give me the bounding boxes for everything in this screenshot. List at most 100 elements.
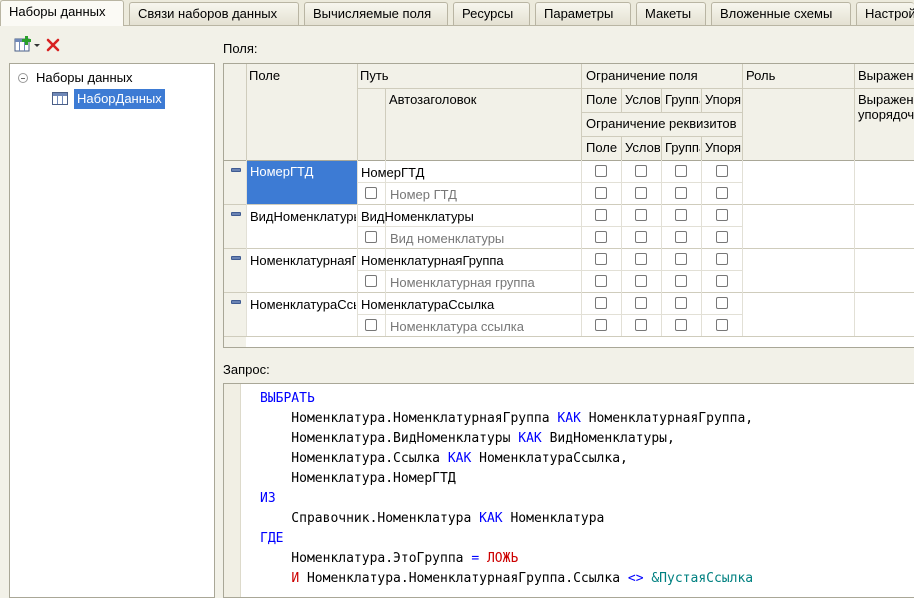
header-fr-group[interactable]: Группа [665, 92, 700, 107]
query-token: Номенклатура.ВидНоменклатуры [260, 431, 519, 446]
header-fr-order[interactable]: Упорядочивание [705, 92, 741, 107]
cell-path-row3[interactable]: НоменклатурнаяГруппа [361, 253, 579, 268]
tab-settings[interactable]: Настройки [856, 2, 914, 25]
header-ar-condition[interactable]: Условие [625, 140, 660, 155]
checkbox-row4-fr-condition[interactable] [635, 297, 647, 309]
cell-title-row3[interactable]: Номенклатурная группа [390, 275, 580, 290]
datasets-tree[interactable]: Наборы данных НаборДанных [9, 63, 215, 598]
header-ar-group[interactable]: Группа [665, 140, 700, 155]
checkbox-row1-ar-group[interactable] [675, 187, 687, 199]
header-expression-order[interactable]: Выражение упорядочивания [858, 92, 914, 124]
header-ar-field[interactable]: Поле [586, 140, 620, 155]
cell-title-row1[interactable]: Номер ГТД [390, 187, 580, 202]
checkbox-row3-fr-group[interactable] [675, 253, 687, 265]
query-line: Справочник.Номенклатура КАК Номенклатура [260, 509, 604, 529]
tree-root[interactable]: Наборы данных [18, 69, 133, 87]
checkbox-row1-ar-field[interactable] [595, 187, 607, 199]
checkbox-row1-fr-field[interactable] [595, 165, 607, 177]
cell-field-row2[interactable]: ВидНоменклатуры [250, 209, 356, 224]
header-expression[interactable]: Выражение [858, 68, 914, 83]
row-marker [231, 256, 241, 260]
query-token: Номенклатура.НоменклатурнаяГруппа.Ссылка [299, 571, 628, 586]
cell-field-row1[interactable]: НомерГТД [247, 161, 357, 204]
delete-icon[interactable] [46, 36, 60, 54]
header-field-restriction[interactable]: Ограничение поля [586, 68, 741, 83]
autotitle-checkbox-row2[interactable] [365, 231, 377, 243]
header-attr-restriction[interactable]: Ограничение реквизитов [586, 116, 741, 131]
add-dataset-icon[interactable] [14, 36, 44, 54]
header-role[interactable]: Роль [746, 68, 851, 83]
fields-grid[interactable]: Поле Путь Автозаголовок Ограничение поля… [223, 63, 914, 348]
cell-title-row2[interactable]: Вид номенклатуры [390, 231, 580, 246]
checkbox-row3-ar-condition[interactable] [635, 275, 647, 287]
checkbox-row3-fr-condition[interactable] [635, 253, 647, 265]
query-token: КАК [479, 511, 503, 526]
query-line: Номенклатура.ВидНоменклатуры КАК ВидНоме… [260, 429, 675, 449]
checkbox-row3-fr-order[interactable] [716, 253, 728, 265]
query-line: ВЫБРАТЬ [260, 389, 315, 409]
query-token: Справочник.Номенклатура [260, 511, 480, 526]
header-fr-condition[interactable]: Условие [625, 92, 660, 107]
checkbox-row4-ar-field[interactable] [595, 319, 607, 331]
query-token: <> [627, 571, 644, 586]
autotitle-checkbox-row1[interactable] [365, 187, 377, 199]
checkbox-row1-ar-condition[interactable] [635, 187, 647, 199]
cell-path-row1[interactable]: НомерГТД [361, 165, 579, 180]
cell-path-row4[interactable]: НоменклатураСсылка [361, 297, 579, 312]
checkbox-row4-fr-group[interactable] [675, 297, 687, 309]
query-token: Номенклатура.ЭтоГруппа [260, 551, 472, 566]
checkbox-row1-fr-condition[interactable] [635, 165, 647, 177]
checkbox-row2-fr-field[interactable] [595, 209, 607, 221]
checkbox-row4-fr-order[interactable] [716, 297, 728, 309]
checkbox-row2-fr-condition[interactable] [635, 209, 647, 221]
tab-parameters[interactable]: Параметры [535, 2, 631, 25]
autotitle-checkbox-row4[interactable] [365, 319, 377, 331]
query-token: НоменклатурнаяГруппа, [580, 411, 754, 426]
cell-path-row2[interactable]: ВидНоменклатуры [361, 209, 579, 224]
checkbox-row3-ar-field[interactable] [595, 275, 607, 287]
checkbox-row3-ar-group[interactable] [675, 275, 687, 287]
checkbox-row2-ar-condition[interactable] [635, 231, 647, 243]
header-ar-order[interactable]: Упорядочивание [705, 140, 741, 155]
cell-field-row3[interactable]: НоменклатурнаяГруппа [250, 253, 356, 268]
checkbox-row2-ar-field[interactable] [595, 231, 607, 243]
query-line: Номенклатура.НоменклатурнаяГруппа КАК Но… [260, 409, 753, 429]
header-field[interactable]: Поле [249, 68, 355, 83]
query-editor[interactable]: ВЫБРАТЬ Номенклатура.НоменклатурнаяГрупп… [223, 383, 914, 598]
checkbox-row2-ar-group[interactable] [675, 231, 687, 243]
checkbox-row3-ar-order[interactable] [716, 275, 728, 287]
cell-title-row4[interactable]: Номенклатура ссылка [390, 319, 580, 334]
checkbox-row4-ar-group[interactable] [675, 319, 687, 331]
checkbox-row1-fr-group[interactable] [675, 165, 687, 177]
checkbox-row2-fr-order[interactable] [716, 209, 728, 221]
checkbox-row2-fr-group[interactable] [675, 209, 687, 221]
query-token: ГДЕ [260, 531, 284, 546]
tab-templates[interactable]: Макеты [636, 2, 706, 25]
collapse-icon[interactable] [18, 72, 28, 83]
query-line: И Номенклатура.НоменклатурнаяГруппа.Ссыл… [260, 569, 753, 589]
checkbox-row4-ar-condition[interactable] [635, 319, 647, 331]
query-token: Номенклатура.НомерГТД [260, 471, 456, 486]
cell-field-row4[interactable]: НоменклатураСсылка [250, 297, 356, 312]
tab-resources[interactable]: Ресурсы [453, 2, 530, 25]
checkbox-row1-fr-order[interactable] [716, 165, 728, 177]
query-line: Номенклатура.ЭтоГруппа = ЛОЖЬ [260, 549, 518, 569]
tab-nested-schemas[interactable]: Вложенные схемы [711, 2, 851, 25]
tab-datasets[interactable]: Наборы данных [0, 0, 124, 26]
checkbox-row1-ar-order[interactable] [716, 187, 728, 199]
tab-dataset-links[interactable]: Связи наборов данных [129, 2, 299, 25]
checkbox-row4-ar-order[interactable] [716, 319, 728, 331]
header-autotitle[interactable]: Автозаголовок [389, 92, 579, 107]
query-token: КАК [518, 431, 542, 446]
header-fr-field[interactable]: Поле [586, 92, 620, 107]
query-token: Номенклатура.НоменклатурнаяГруппа [260, 411, 558, 426]
query-line: ГДЕ [260, 529, 283, 549]
checkbox-row2-ar-order[interactable] [716, 231, 728, 243]
checkbox-row4-fr-field[interactable] [595, 297, 607, 309]
autotitle-checkbox-row3[interactable] [365, 275, 377, 287]
header-path[interactable]: Путь [360, 68, 578, 83]
checkbox-row3-fr-field[interactable] [595, 253, 607, 265]
row-marker [231, 300, 241, 304]
query-token: НоменклатураСсылка, [471, 451, 628, 466]
tab-calculated-fields[interactable]: Вычисляемые поля [304, 2, 448, 25]
